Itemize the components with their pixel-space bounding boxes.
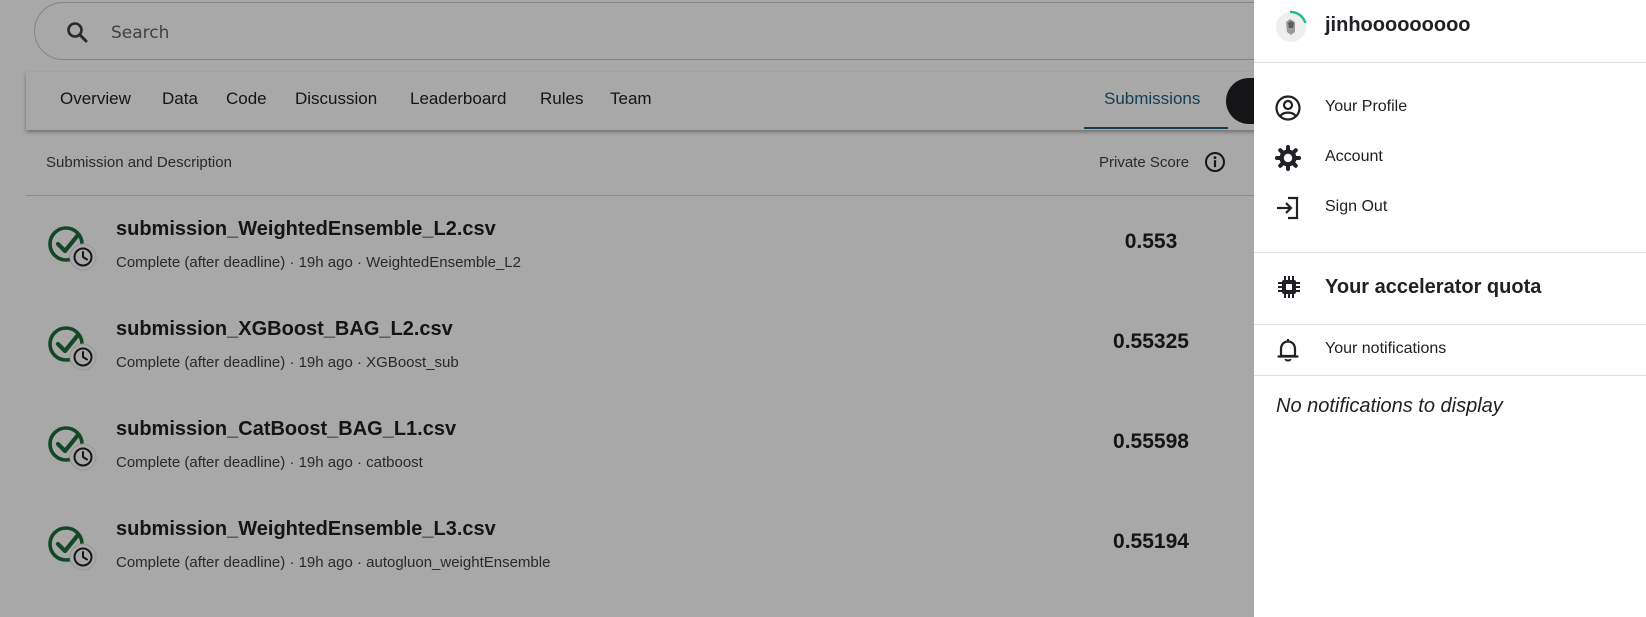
sign-out-icon <box>1277 196 1299 220</box>
accelerator-quota-label[interactable]: Your accelerator quota <box>1325 276 1541 299</box>
modal-backdrop[interactable] <box>0 0 1254 617</box>
menu-item-account[interactable]: Account <box>1254 136 1646 180</box>
menu-item-sign-out[interactable]: Sign Out <box>1254 186 1646 230</box>
divider <box>1254 324 1646 325</box>
notifications-label: Your notifications <box>1325 340 1447 357</box>
submissions-page: Overview Data Code Discussion Leaderboar… <box>0 0 1646 617</box>
bell-icon <box>1277 339 1299 362</box>
menu-item-your-profile[interactable]: Your Profile <box>1254 86 1646 130</box>
gear-icon <box>1275 145 1301 171</box>
user-menu-panel: jinhooooooooo Your Profile Account Sign … <box>1254 0 1646 617</box>
avatar[interactable] <box>1274 10 1308 44</box>
notifications-header[interactable]: Your notifications <box>1254 328 1646 372</box>
divider <box>1254 252 1646 253</box>
divider <box>1254 62 1646 63</box>
username: jinhooooooooo <box>1325 14 1471 36</box>
menu-label: Sign Out <box>1325 198 1388 215</box>
profile-icon <box>1275 95 1301 121</box>
divider <box>1254 375 1646 376</box>
menu-label: Account <box>1325 148 1383 165</box>
chip-icon <box>1278 276 1300 298</box>
menu-label: Your Profile <box>1325 98 1408 115</box>
no-notifications-text: No notifications to display <box>1276 395 1503 417</box>
